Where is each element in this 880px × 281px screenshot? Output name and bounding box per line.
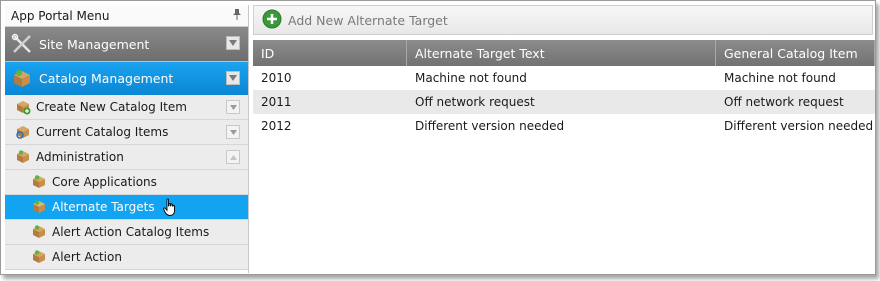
- package-search-icon: [16, 126, 29, 139]
- menu-label: Core Applications: [52, 175, 157, 189]
- column-header-id[interactable]: ID: [253, 40, 407, 66]
- package-icon: [33, 175, 45, 188]
- menu-label: Administration: [36, 150, 124, 164]
- add-new-alternate-target-button[interactable]: Add New Alternate Target: [288, 13, 448, 28]
- menu-label: Alert Action Catalog Items: [52, 225, 210, 239]
- app-portal-menu: App Portal Menu Site Management Catalog …: [5, 5, 249, 273]
- column-header-alternate-target-text[interactable]: Alternate Target Text: [407, 40, 716, 66]
- section-label: Site Management: [39, 36, 150, 52]
- package-icon: [33, 200, 45, 213]
- menu-core-applications[interactable]: Core Applications: [5, 170, 248, 195]
- package-icon: [11, 68, 33, 90]
- section-catalog-management[interactable]: Catalog Management: [5, 61, 248, 95]
- chevron-up-icon[interactable]: [226, 150, 240, 164]
- menu-label: Alert Action: [52, 250, 122, 264]
- tools-icon: [11, 33, 33, 55]
- table-row[interactable]: 2010 Machine not found Machine not found: [253, 66, 875, 90]
- menu-alert-action[interactable]: Alert Action: [5, 245, 248, 270]
- chevron-down-icon[interactable]: [226, 125, 240, 139]
- cell-alternate-target-text: Machine not found: [415, 71, 527, 85]
- menu-alert-action-catalog-items[interactable]: Alert Action Catalog Items: [5, 220, 248, 245]
- menu-administration[interactable]: Administration: [5, 145, 248, 170]
- section-site-management[interactable]: Site Management: [5, 27, 248, 61]
- app-window: App Portal Menu Site Management Catalog …: [0, 0, 876, 275]
- package-icon: [33, 225, 45, 238]
- main-panel: Add New Alternate Target ID Alternate Ta…: [253, 5, 875, 273]
- package-icon: [17, 150, 29, 163]
- column-header-general-catalog-item[interactable]: General Catalog Item: [716, 40, 875, 66]
- menu-label: Alternate Targets: [52, 200, 155, 214]
- cell-general-catalog-item: Different version needed: [724, 119, 874, 133]
- cell-alternate-target-text: Different version needed: [415, 119, 565, 133]
- table-row[interactable]: 2012 Different version needed Different …: [253, 114, 875, 138]
- cell-id: 2012: [261, 119, 292, 133]
- cell-general-catalog-item: Off network request: [724, 95, 844, 109]
- table-row[interactable]: 2011 Off network request Off network req…: [253, 90, 875, 114]
- section-label: Catalog Management: [39, 71, 174, 86]
- package-icon: [33, 250, 45, 263]
- grid-header: ID Alternate Target Text General Catalog…: [253, 40, 875, 66]
- chevron-down-icon[interactable]: [226, 100, 240, 114]
- chevron-down-icon[interactable]: [226, 36, 240, 50]
- toolbar: Add New Alternate Target: [253, 5, 873, 35]
- cell-id: 2011: [261, 95, 292, 109]
- cell-id: 2010: [261, 71, 292, 85]
- menu-title: App Portal Menu: [11, 8, 110, 23]
- menu-create-new-catalog-item[interactable]: Create New Catalog Item: [5, 95, 248, 120]
- menu-current-catalog-items[interactable]: Current Catalog Items: [5, 120, 248, 145]
- menu-label: Create New Catalog Item: [36, 100, 187, 114]
- hand-cursor-icon: [162, 198, 175, 216]
- cell-general-catalog-item: Machine not found: [724, 71, 836, 85]
- plus-circle-icon[interactable]: [262, 9, 282, 32]
- menu-label: Current Catalog Items: [36, 125, 169, 139]
- package-add-icon: [17, 101, 31, 115]
- menu-alternate-targets[interactable]: Alternate Targets: [5, 195, 248, 220]
- menu-title-bar: App Portal Menu: [5, 5, 248, 27]
- chevron-down-icon[interactable]: [226, 71, 240, 85]
- pin-icon[interactable]: [232, 8, 242, 23]
- cell-alternate-target-text: Off network request: [415, 95, 535, 109]
